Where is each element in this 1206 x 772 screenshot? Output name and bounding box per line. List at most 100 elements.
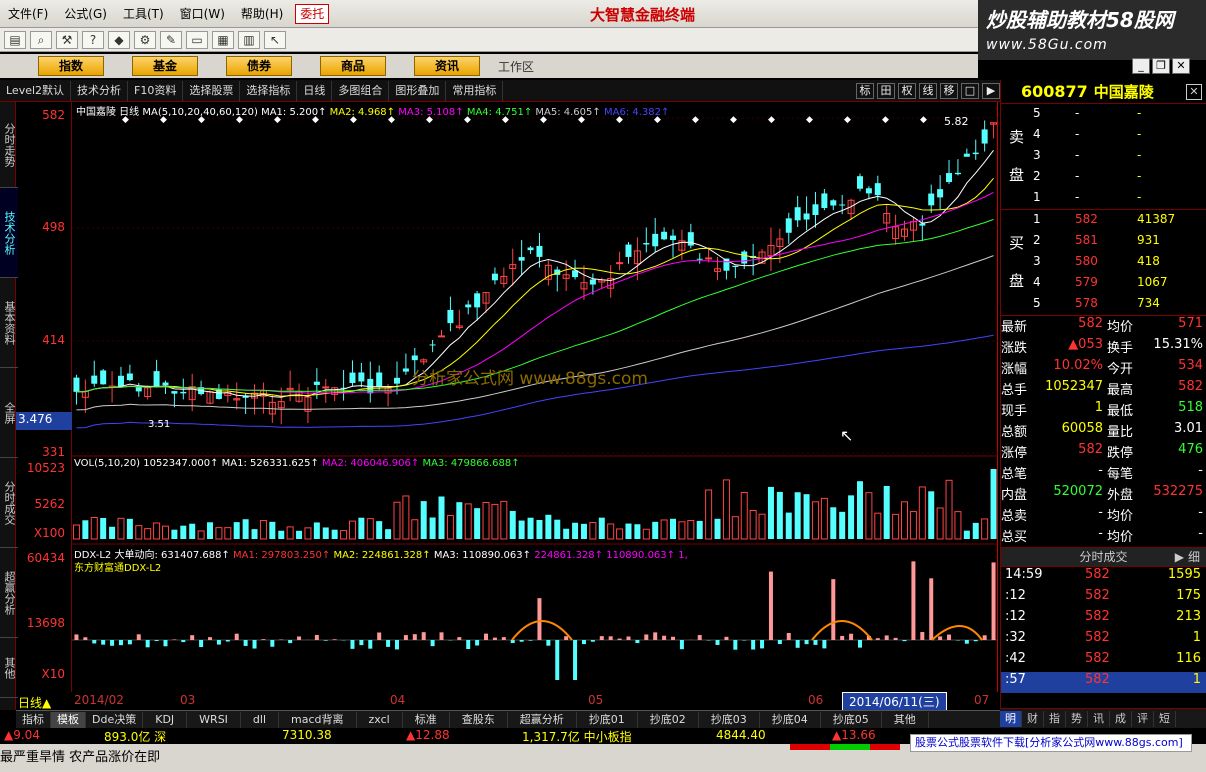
tick-row[interactable]: :12 582 213 [1001,609,1206,630]
pointer-help-icon[interactable]: ↖ [264,30,286,49]
ddx-bar [145,640,150,648]
order-row[interactable]: 3 580 418 [1001,254,1206,275]
tech-analysis[interactable]: 技术分析 [71,80,129,101]
bottom-tab[interactable]: WRSI [187,711,241,728]
close-quote-icon[interactable]: ✕ [1186,83,1202,100]
overlay[interactable]: 图形叠加 [389,80,447,101]
select-indicator[interactable]: 选择指标 [240,80,298,101]
restore-icon[interactable]: ❐ [1152,58,1170,74]
workzone-label[interactable]: 工作区 [498,58,534,75]
diamond-icon[interactable]: ◆ [108,30,130,49]
quote-value: 571 [1178,316,1203,331]
bottom-tab[interactable]: dll [241,711,280,728]
ddx-bar [181,640,186,643]
order-row[interactable]: 4 579 1067 [1001,275,1206,296]
close-icon[interactable]: ✕ [1172,58,1190,74]
tick-row[interactable]: :42 582 116 [1001,651,1206,672]
nav-bond[interactable]: 债券 [226,56,292,76]
grid-button[interactable]: 田 [877,82,895,99]
tick-row[interactable]: 14:59 582 1595 [1001,567,1206,588]
rights-button[interactable]: 权 [898,82,916,99]
bottom-tab[interactable]: 标准 [403,711,450,728]
order-row[interactable]: 2 - - [1001,169,1206,190]
quote-label: 现手 [1001,404,1028,419]
bottom-tab[interactable]: 指标 [16,711,51,728]
nav-news[interactable]: 资讯 [414,56,480,76]
bottom-tab[interactable]: 查股东 [450,711,508,728]
flag-icon[interactable]: ▤ [4,30,26,49]
right-tab[interactable]: 评 [1132,710,1154,727]
tools-icon[interactable]: ⚒ [56,30,78,49]
bottom-tab[interactable]: 抄底05 [821,711,882,728]
bottom-tab[interactable]: zxcl [357,711,403,728]
menu-window[interactable]: 窗口(W) [172,0,233,28]
play-button[interactable]: ▶ [982,82,1000,99]
pen-icon[interactable]: ✎ [160,30,182,49]
nav-index[interactable]: 指数 [38,56,104,76]
volume-bar [749,510,757,540]
peak-price-label: 5.82 [944,115,969,128]
window-icon[interactable]: ▦ [212,30,234,49]
kline-chart[interactable]: ◆ ◆ ◆ ◆ ◆ ◆ ◆ ◆ ◆ ◆ ◆ ◆ ◆ ◆ ◆ ◆ ◆ ◆ ◆ ◆ ◆ ◆ [72,102,998,692]
period-label[interactable]: 日线▲ [18,694,51,711]
order-row[interactable]: 3 - - [1001,148,1206,169]
gear-icon[interactable]: ⚙ [134,30,156,49]
volume-bar [90,516,98,540]
mark-button[interactable]: 标 [856,82,874,99]
chart-icon[interactable]: ▥ [238,30,260,49]
bottom-tab[interactable]: 抄底01 [577,711,638,728]
right-tab[interactable]: 讯 [1088,710,1110,727]
menu-formula[interactable]: 公式(G) [56,0,115,28]
bottom-tab[interactable]: 抄底04 [760,711,821,728]
tick-detail[interactable]: 细 [1188,547,1200,567]
entrust-button[interactable]: 委托 [295,3,330,24]
right-tab[interactable]: 财 [1022,710,1044,727]
right-tab[interactable]: 短 [1154,710,1176,727]
menu-tools[interactable]: 工具(T) [115,0,172,28]
help-icon[interactable]: ? [82,30,104,49]
doc-icon[interactable]: ▭ [186,30,208,49]
order-row[interactable]: 4 - - [1001,127,1206,148]
bottom-tab[interactable]: Dde决策 [86,711,144,728]
box-button[interactable]: □ [961,82,979,99]
bottom-tab[interactable]: 抄底03 [699,711,760,728]
right-tab[interactable]: 成 [1110,710,1132,727]
f10-info[interactable]: F10资料 [128,80,184,101]
order-row[interactable]: 5 578 734 [1001,296,1206,317]
binoculars-icon[interactable]: ⌕ [30,30,52,49]
bottom-tab[interactable]: 其他 [882,711,929,728]
line-button[interactable]: 线 [919,82,937,99]
menu-help[interactable]: 帮助(H) [233,0,291,28]
minimize-icon[interactable]: _ [1132,58,1150,74]
tick-row[interactable]: :32 582 1 [1001,630,1206,651]
bottom-tab[interactable]: 抄底02 [638,711,699,728]
menu-file[interactable]: 文件(F) [0,0,56,28]
nav-commodity[interactable]: 商品 [320,56,386,76]
bottom-tab[interactable]: 超赢分析 [508,711,577,728]
right-tab[interactable]: 指 [1044,710,1066,727]
daily-line[interactable]: 日线 [297,80,333,101]
bottom-tab[interactable]: 模板 [51,711,86,728]
ddx-bar [323,640,328,641]
ma6-label: MA6: 4.382↑ [603,107,670,118]
order-row[interactable]: 1 - - [1001,190,1206,211]
bottom-tab[interactable]: KDJ [143,711,188,728]
news-text[interactable]: 最严重旱情 农产品涨价在即 [0,746,160,765]
ad-banner[interactable]: 股票公式股票软件下载[分析家公式网www.88gs.com] [910,734,1192,752]
play-small-icon[interactable]: ▶ [1175,547,1184,567]
multi-chart[interactable]: 多图组合 [332,80,390,101]
order-row[interactable]: 2 581 931 [1001,233,1206,254]
nav-fund[interactable]: 基金 [132,56,198,76]
common-indicators[interactable]: 常用指标 [446,80,504,101]
order-row[interactable]: 5 - - [1001,106,1206,127]
bottom-tab[interactable]: macd背离 [279,711,357,728]
tick-row[interactable]: :57 582 1 [1001,672,1206,693]
tick-row[interactable]: :12 582 175 [1001,588,1206,609]
ma3-label: MA3: 5.108↑ [398,107,464,118]
right-tab[interactable]: 明 [1000,710,1022,727]
right-tab[interactable]: 势 [1066,710,1088,727]
move-button[interactable]: 移 [940,82,958,99]
select-stock[interactable]: 选择股票 [183,80,241,101]
level2-default[interactable]: Level2默认 [0,80,72,101]
order-row[interactable]: 1 582 41387 [1001,212,1206,233]
